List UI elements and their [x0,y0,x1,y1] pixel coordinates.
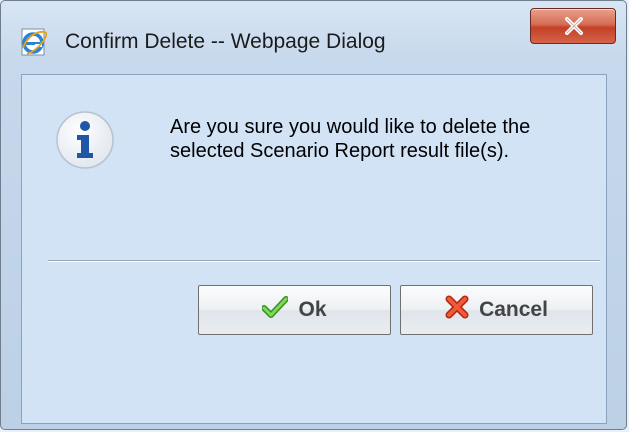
title-bar[interactable]: Confirm Delete -- Webpage Dialog [1,1,626,67]
confirm-message: Are you sure you would like to delete th… [170,115,590,163]
ok-label: Ok [298,298,327,321]
cancel-label: Cancel [479,298,548,321]
ok-button[interactable]: Ok [198,285,391,335]
message-line-1: Are you sure you would like to delete th… [170,116,531,138]
separator [48,260,600,262]
cross-icon [445,295,469,325]
dialog-body: Are you sure you would like to delete th… [21,74,607,424]
close-button[interactable] [530,8,616,44]
cancel-button[interactable]: Cancel [400,285,593,335]
dialog-window: Confirm Delete -- Webpage Dialog Are you… [0,0,627,430]
checkmark-icon [261,296,290,324]
info-icon [54,109,116,171]
internet-explorer-icon [19,26,49,58]
message-line-2: selected Scenario Report result file(s). [170,140,510,162]
window-title: Confirm Delete -- Webpage Dialog [65,30,386,53]
